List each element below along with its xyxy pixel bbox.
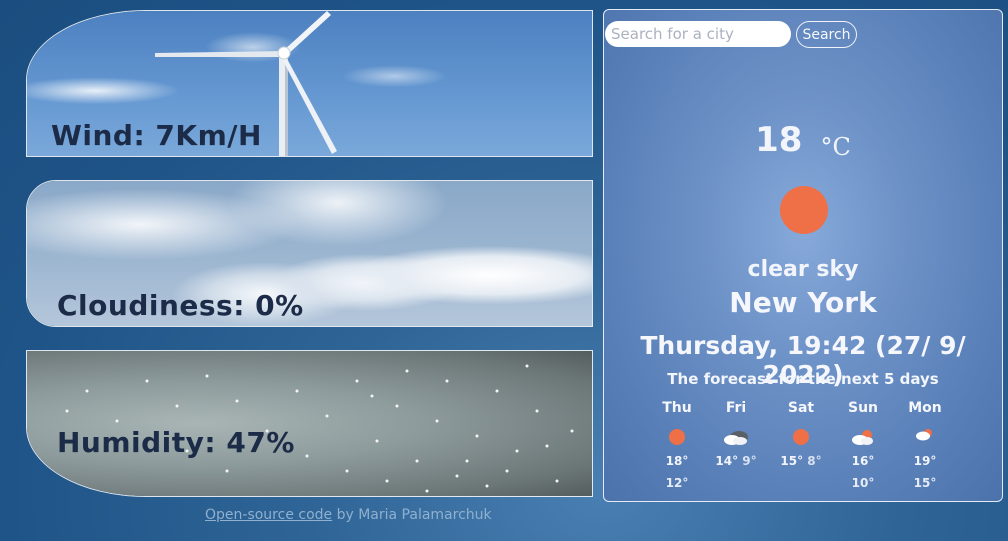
forecast-max-temp: 19° <box>913 454 937 468</box>
forecast-day-label: Mon <box>908 400 942 416</box>
rain-icon <box>916 429 932 445</box>
forecast-day-sun: Sun 16° 10° <box>838 400 888 490</box>
weather-description: clear sky <box>747 257 859 282</box>
forecast-max-temp: 15° <box>780 454 804 468</box>
forecast-day-label: Sat <box>787 400 815 416</box>
temperature-value: 18 <box>755 120 803 160</box>
birds-image <box>65 364 574 493</box>
open-source-link[interactable]: Open-source code <box>205 507 332 523</box>
forecast-title: The forecast for the next 5 days <box>667 370 939 388</box>
sun-icon <box>780 186 828 234</box>
few-clouds-icon <box>852 430 873 445</box>
city-name: New York <box>729 286 877 319</box>
city-search-input[interactable] <box>605 21 791 47</box>
footer: Open-source code by Maria Palamarchuk <box>205 507 492 523</box>
sun-icon <box>669 429 685 445</box>
forecast-min-temp: 9° <box>742 454 757 468</box>
cloudiness-card: Cloudiness: 0% <box>26 180 593 327</box>
current-temperature: 18 °C <box>604 120 1002 161</box>
wind-card: Wind: 7Km/H <box>26 10 593 157</box>
forecast-min-temp: 12° <box>665 476 689 490</box>
author-credit: by Maria Palamarchuk <box>332 507 492 523</box>
forecast-min-temp: 8° <box>807 454 822 468</box>
humidity-card: Humidity: 47% <box>26 350 593 497</box>
forecast-day-thu: Thu 18° 12° <box>652 400 702 490</box>
forecast-day-label: Thu <box>662 400 692 416</box>
forecast-max-temp: 16° <box>851 454 875 468</box>
forecast-day-label: Fri <box>725 400 747 416</box>
cloudiness-label: Cloudiness: 0% <box>57 289 304 322</box>
weather-panel: Search 18°C clear sky New York Thursday,… <box>603 9 1003 502</box>
humidity-label: Humidity: 47% <box>57 426 295 459</box>
forecast-day-mon: Mon 19° 15° <box>900 400 950 490</box>
search-button[interactable]: Search <box>796 21 857 48</box>
forecast-min-temp: 15° <box>913 476 937 490</box>
forecast-max-temp: 18° <box>665 454 689 468</box>
forecast-day-fri: Fri 14° 9° <box>711 400 761 468</box>
forecast-max-temp: 14° <box>715 454 739 468</box>
forecast-min-temp: 10° <box>851 476 875 490</box>
broken-clouds-icon <box>724 431 748 445</box>
forecast-day-label: Sun <box>847 400 879 416</box>
wind-label: Wind: 7Km/H <box>51 119 262 152</box>
forecast-day-sat: Sat 15° 8° <box>776 400 826 468</box>
temperature-unit[interactable]: °C <box>820 133 850 161</box>
sun-icon <box>793 429 809 445</box>
